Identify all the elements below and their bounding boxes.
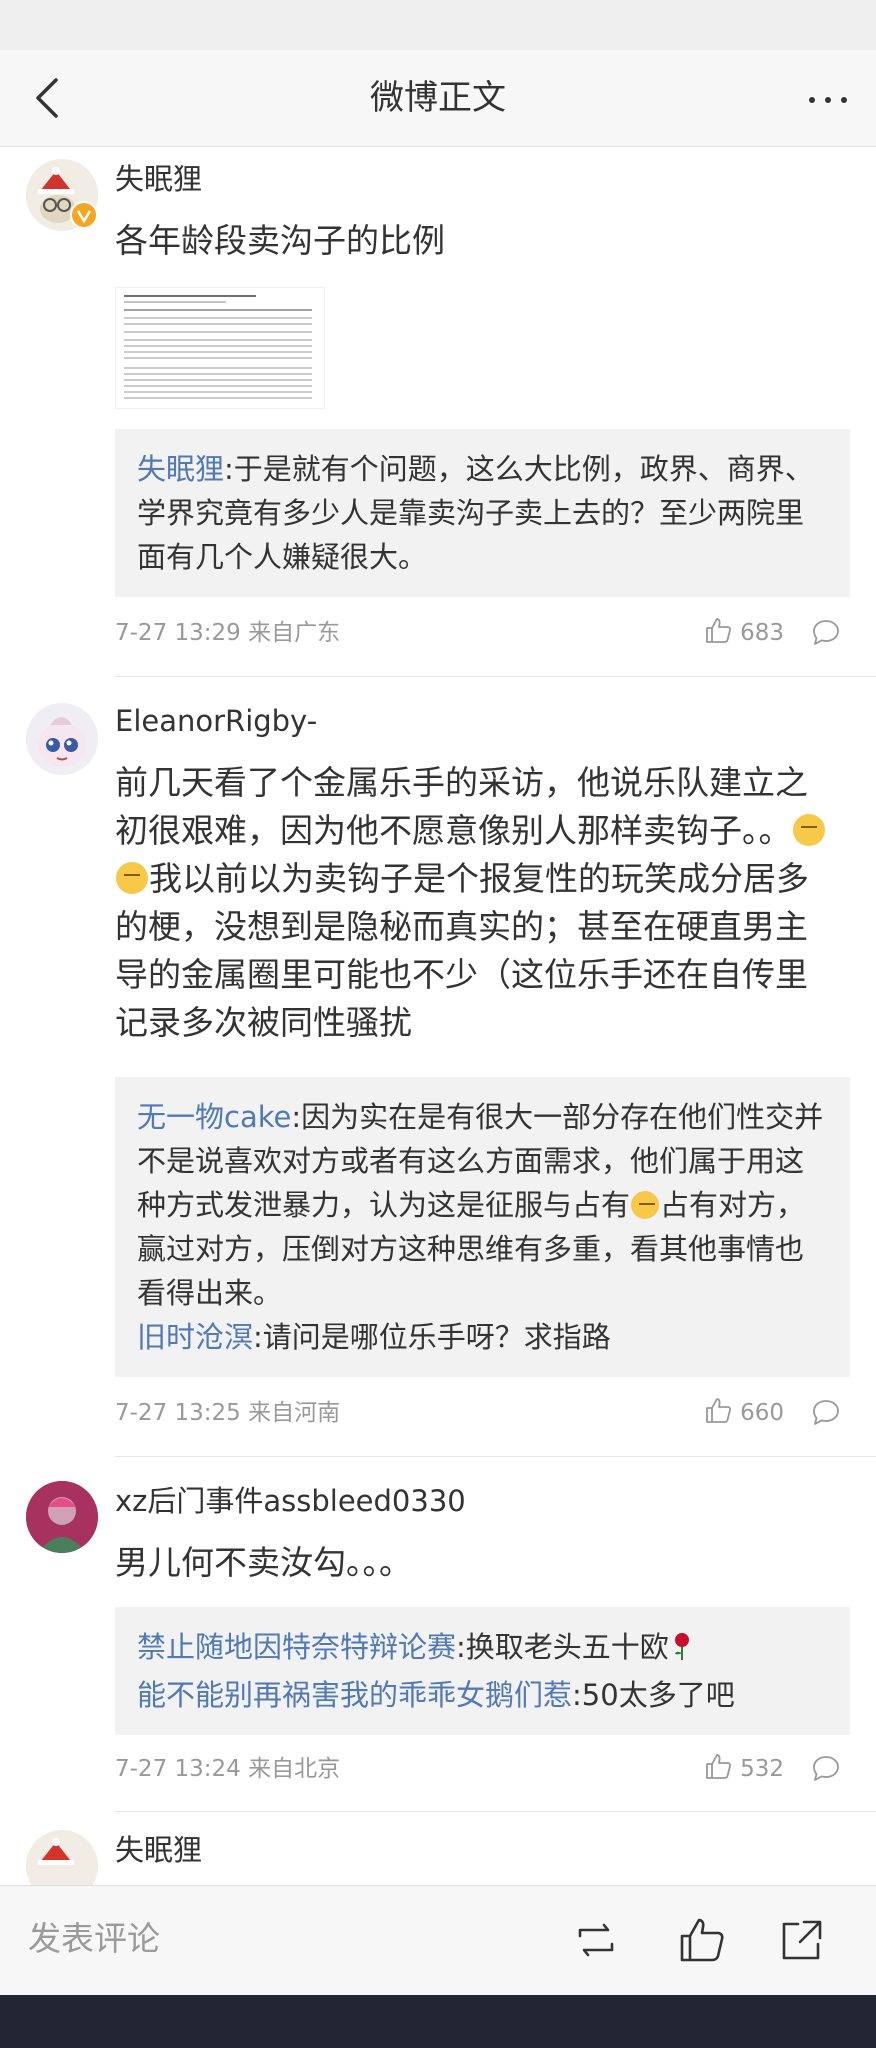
comment-text: 各年龄段卖沟子的比例 xyxy=(115,221,445,260)
comment-item: 失眠狸 各年龄段卖沟子的比例 失眠狸:于是就有个问题，这么大比例，政界、商界、学… xyxy=(0,147,876,677)
reply-item: 禁止随地因特奈特辩论赛:换取老头五十欧 xyxy=(137,1625,828,1673)
page-title: 微博正文 xyxy=(370,78,506,118)
reply-username[interactable]: 旧时沧溟 xyxy=(137,1320,253,1354)
comment-text: 前几天看了个金属乐手的采访，他说乐队建立之初很艰难，因为他不愿意像别人那样卖钩子… xyxy=(115,759,835,1047)
reply-text: :50太多了吧 xyxy=(572,1678,735,1712)
like-icon xyxy=(704,1396,732,1430)
attached-table-image[interactable] xyxy=(115,287,325,409)
like-icon xyxy=(704,616,732,650)
reply-text: :请问是哪位乐手呀？求指路 xyxy=(253,1320,611,1354)
like-count: 683 xyxy=(740,620,784,646)
comment-meta: 7-27 13:29 来自广东 xyxy=(115,620,341,646)
reply-username[interactable]: 禁止随地因特奈特辩论赛 xyxy=(137,1630,456,1664)
like-icon xyxy=(704,1752,732,1786)
comment-text: 男儿何不卖汝勾。。。 xyxy=(115,1543,412,1582)
reply-box[interactable]: 禁止随地因特奈特辩论赛:换取老头五十欧 能不能别再祸害我的乖乖女鹅们惹:50太多… xyxy=(115,1607,850,1735)
rose-icon xyxy=(671,1629,693,1673)
reply-username[interactable]: 失眠狸 xyxy=(137,452,224,486)
reply-item: 无一物cake:因为实在是有很大一部分存在他们性交并不是说喜欢对方或者有这么方面… xyxy=(137,1095,828,1315)
comment-input[interactable]: 发表评论 xyxy=(28,1914,160,1964)
avatar[interactable] xyxy=(26,1830,98,1885)
username[interactable]: 失眠狸 xyxy=(115,159,202,199)
comment-text-part: 前几天看了个金属乐手的采访，他说乐队建立之初很艰难，因为他不愿意像别人那样卖钩子… xyxy=(115,763,808,850)
sad-emoji-icon xyxy=(792,814,825,846)
username[interactable]: EleanorRigby- xyxy=(115,701,317,741)
share-icon[interactable] xyxy=(776,1914,828,1966)
comment-meta: 7-27 13:24 来自北京 xyxy=(115,1756,341,1782)
comment-meta: 7-27 13:25 来自河南 xyxy=(115,1400,341,1426)
reply-item: 旧时沧溟:请问是哪位乐手呀？求指路 xyxy=(137,1315,828,1359)
reply-icon[interactable] xyxy=(810,1397,842,1429)
reply-icon[interactable] xyxy=(810,617,842,649)
more-icon[interactable] xyxy=(798,74,858,122)
username[interactable]: xz后门事件assbleed0330 xyxy=(115,1481,466,1521)
like-button[interactable]: 532 xyxy=(704,1751,784,1787)
system-nav-bar xyxy=(0,1995,876,2048)
repost-icon[interactable] xyxy=(570,1914,622,1966)
like-icon[interactable] xyxy=(676,1914,728,1966)
glasses-emoji-icon xyxy=(631,1191,660,1219)
reply-text: :换取老头五十欧 xyxy=(456,1630,669,1664)
reply-box[interactable]: 无一物cake:因为实在是有很大一部分存在他们性交并不是说喜欢对方或者有这么方面… xyxy=(115,1077,850,1377)
verified-badge-icon xyxy=(70,201,98,229)
comment-item: 失眠狸 xyxy=(0,1812,876,1885)
avatar[interactable] xyxy=(26,1481,98,1553)
reply-item: 失眠狸:于是就有个问题，这么大比例，政界、商界、学界究竟有多少人是靠卖沟子卖上去… xyxy=(137,447,828,579)
comment-item: EleanorRigby- 前几天看了个金属乐手的采访，他说乐队建立之初很艰难，… xyxy=(0,677,876,1457)
reply-text: :于是就有个问题，这么大比例，政界、商界、学界究竟有多少人是靠卖沟子卖上去的？至… xyxy=(137,452,814,574)
reply-username[interactable]: 无一物cake xyxy=(137,1100,291,1134)
nav-bar: 微博正文 xyxy=(0,50,876,147)
comment-text-part: 我以前以为卖钩子是个报复性的玩笑成分居多的梗，没想到是隐秘而真实的；甚至在硬直男… xyxy=(115,859,809,1042)
reply-item: 能不能别再祸害我的乖乖女鹅们惹:50太多了吧 xyxy=(137,1673,828,1717)
reply-box[interactable]: 失眠狸:于是就有个问题，这么大比例，政界、商界、学界究竟有多少人是靠卖沟子卖上去… xyxy=(115,429,850,597)
sad-emoji-icon xyxy=(116,862,148,894)
like-button[interactable]: 660 xyxy=(704,1395,784,1431)
username[interactable]: 失眠狸 xyxy=(115,1830,202,1870)
comment-feed[interactable]: 失眠狸 各年龄段卖沟子的比例 失眠狸:于是就有个问题，这么大比例，政界、商界、学… xyxy=(0,147,876,1885)
status-bar xyxy=(0,0,876,50)
reply-icon[interactable] xyxy=(810,1753,842,1785)
reply-username[interactable]: 能不能别再祸害我的乖乖女鹅们惹 xyxy=(137,1678,572,1712)
like-button[interactable]: 683 xyxy=(704,615,784,651)
bottom-action-bar: 发表评论 xyxy=(0,1885,876,1995)
avatar[interactable] xyxy=(26,703,98,775)
like-count: 532 xyxy=(740,1756,784,1782)
comment-item: xz后门事件assbleed0330 男儿何不卖汝勾。。。 禁止随地因特奈特辩论… xyxy=(0,1457,876,1812)
like-count: 660 xyxy=(740,1400,784,1426)
